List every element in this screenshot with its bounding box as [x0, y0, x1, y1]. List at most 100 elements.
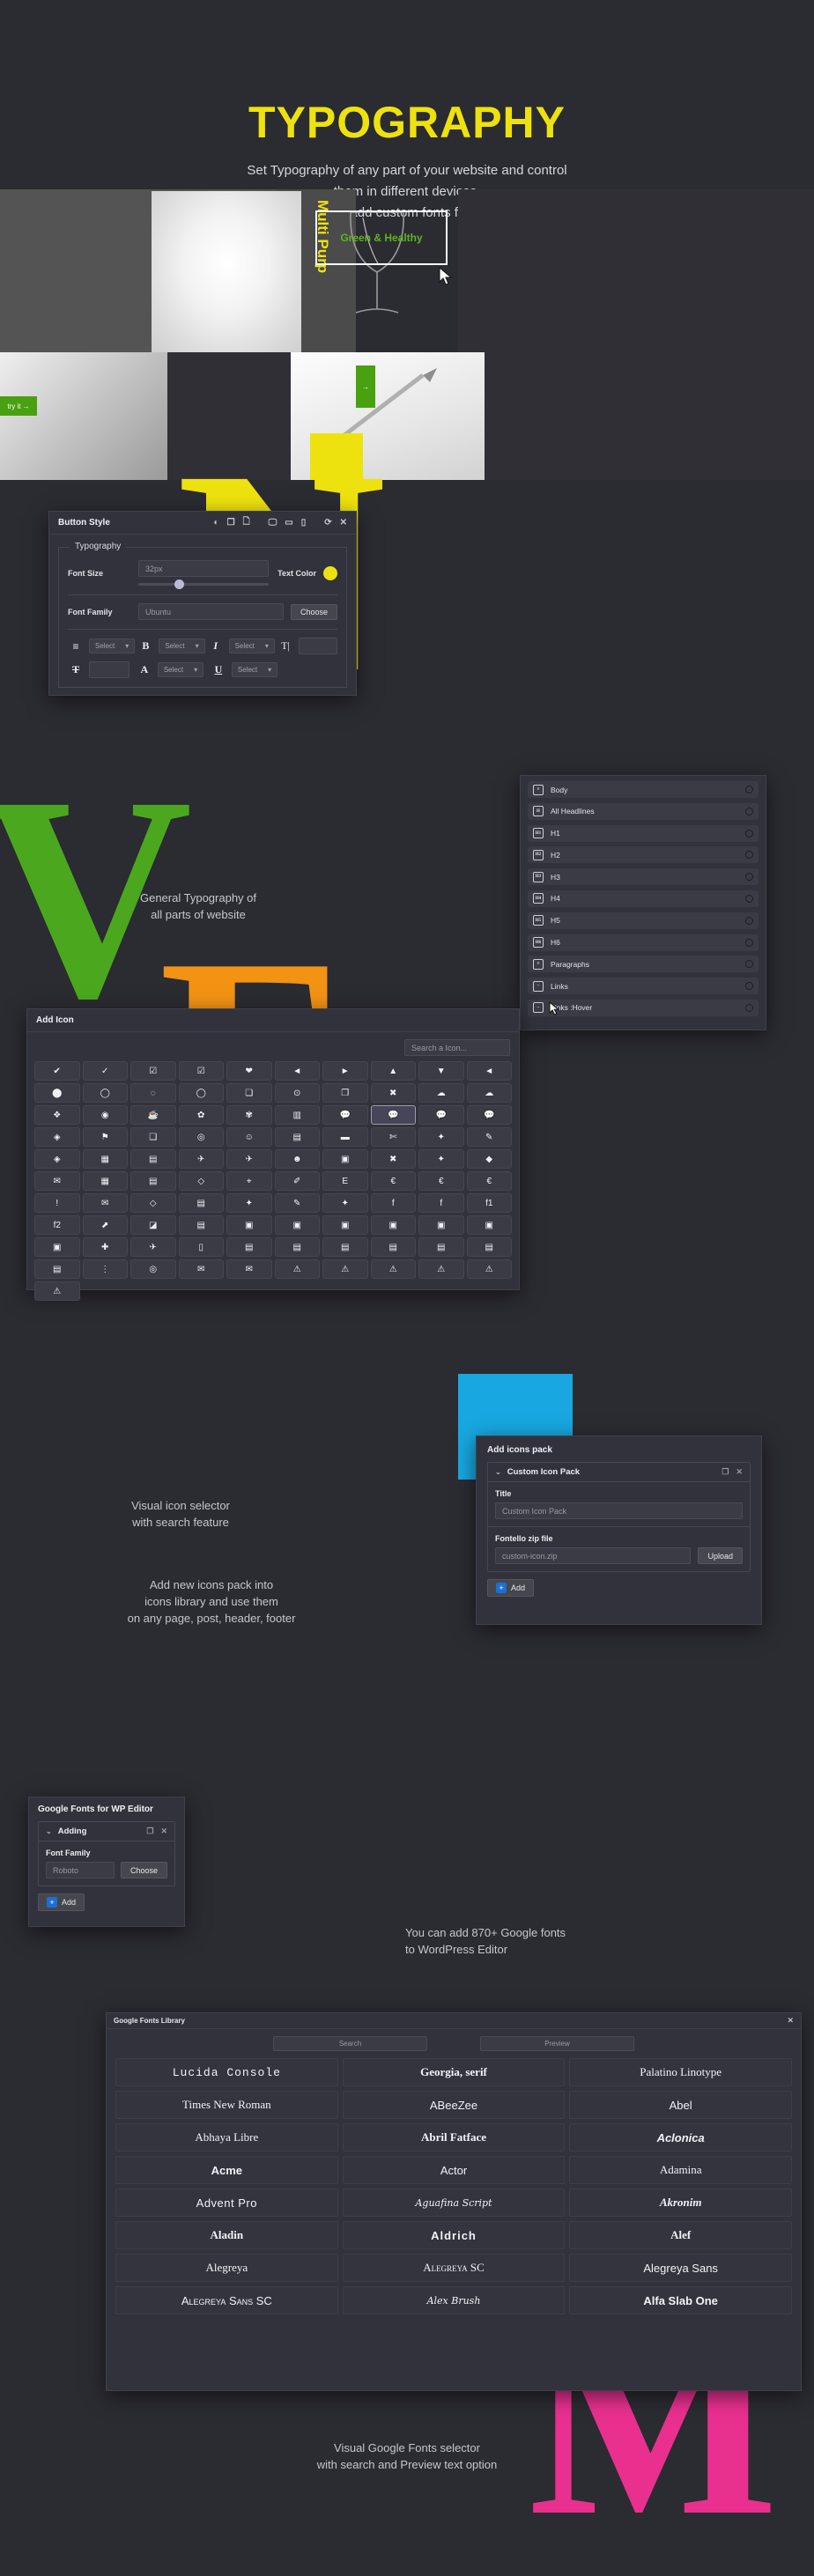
font-cell[interactable]: Alegreya SC — [342, 2254, 566, 2282]
icon-cell[interactable]: ▦ — [82, 1149, 128, 1169]
icon-cell[interactable]: ✿ — [178, 1105, 224, 1125]
icon-cell[interactable]: ▦ — [82, 1171, 128, 1191]
icon-cell[interactable]: ▣ — [34, 1237, 80, 1257]
icon-cell[interactable]: ▤ — [418, 1237, 464, 1257]
icon-cell[interactable]: ✦ — [226, 1193, 272, 1213]
chevron-down-icon[interactable]: ⌄ — [495, 1468, 501, 1476]
underline-select[interactable]: Select ▾ — [231, 662, 278, 677]
icon-cell[interactable]: 💬 — [418, 1105, 464, 1125]
font-cell[interactable]: Lucida Console — [115, 2058, 338, 2086]
font-cell[interactable]: ABeeZee — [342, 2091, 566, 2119]
icon-cell[interactable]: ⚠ — [322, 1259, 368, 1279]
contrast-icon[interactable]: ◐ — [214, 518, 219, 528]
icon-cell[interactable]: ▤ — [274, 1237, 320, 1257]
desktop-icon[interactable]: 🖵 — [269, 518, 278, 528]
bold-select[interactable]: Select ▾ — [159, 638, 205, 653]
window-tools[interactable]: ◐ ❐ 🗋 🖵 ▭ ▯ ⟳ ✕ — [214, 515, 347, 530]
add-icon-pack-button[interactable]: + Add — [487, 1579, 535, 1597]
heading-row-h1[interactable]: H1 H1 — [528, 824, 758, 842]
icon-cell[interactable]: ▣ — [322, 1149, 368, 1169]
chevron-down-icon[interactable]: ⌄ — [46, 1827, 52, 1835]
font-family-input[interactable]: Ubuntu — [138, 603, 284, 620]
refresh-icon[interactable]: ⟳ — [324, 518, 331, 528]
radio-toggle[interactable] — [745, 894, 753, 903]
letter-case-select[interactable]: Select ▾ — [157, 662, 204, 677]
icon-cell[interactable]: ◈ — [34, 1127, 80, 1147]
close-icon[interactable]: ✕ — [787, 2016, 794, 2026]
heading-row-h3[interactable]: H3 H3 — [528, 868, 758, 886]
icon-cell[interactable]: ☑ — [178, 1061, 224, 1081]
close-icon[interactable]: ✕ — [160, 1827, 167, 1836]
wp-choose-button[interactable]: Choose — [120, 1862, 167, 1878]
icon-cell[interactable]: ◄ — [274, 1061, 320, 1081]
icon-cell[interactable]: ✔ — [34, 1061, 80, 1081]
icon-cell[interactable]: 💬 — [370, 1105, 416, 1125]
headings-selector-panel[interactable]: ≡ Body H All Headlines H1 H1 H2 H2 H3 H3 H4 H4 H5 H5 H… — [520, 775, 766, 1030]
radio-toggle[interactable] — [745, 829, 753, 838]
heading-row-h2[interactable]: H2 H2 — [528, 846, 758, 864]
radio-toggle[interactable] — [745, 916, 753, 925]
icon-cell[interactable]: ❏ — [226, 1083, 272, 1103]
icon-cell[interactable]: ◉ — [82, 1105, 128, 1125]
heading-row-body[interactable]: ≡ Body — [528, 781, 758, 798]
italic-select[interactable]: Select ▾ — [228, 638, 275, 653]
font-cell[interactable]: Aclonica — [569, 2123, 792, 2152]
icon-cell[interactable]: ▣ — [418, 1215, 464, 1235]
icon-cell[interactable]: ✄ — [370, 1127, 416, 1147]
icon-cell[interactable]: ❑ — [130, 1127, 176, 1147]
icon-cell[interactable]: ✓ — [82, 1061, 128, 1081]
icon-cell[interactable]: ◆ — [466, 1149, 512, 1169]
icon-cell[interactable]: ◯ — [178, 1083, 224, 1103]
icon-cell[interactable]: ▼ — [418, 1061, 464, 1081]
radio-toggle[interactable] — [745, 851, 753, 860]
icon-cell[interactable]: ▤ — [178, 1215, 224, 1235]
custom-icon-pack-card[interactable]: ⌄ Custom Icon Pack ❐ ✕ Title Custom Icon… — [487, 1462, 751, 1572]
icon-cell[interactable]: ❤ — [226, 1061, 272, 1081]
icon-cell[interactable]: f1 — [466, 1193, 512, 1213]
fonts-preview-input[interactable]: Preview — [480, 2036, 634, 2051]
icon-cell[interactable]: ⚠ — [274, 1259, 320, 1279]
letter-case-icon[interactable]: A — [137, 663, 152, 676]
fonts-search-input[interactable]: Search — [273, 2036, 427, 2051]
icon-cell[interactable]: ▯ — [178, 1237, 224, 1257]
icon-cell[interactable]: ▤ — [370, 1237, 416, 1257]
icon-cell[interactable]: ⌖ — [226, 1171, 272, 1191]
icon-cell[interactable]: ► — [322, 1061, 368, 1081]
font-cell[interactable]: Times New Roman — [115, 2091, 338, 2119]
icon-cell[interactable]: € — [466, 1171, 512, 1191]
icon-cell[interactable]: ☺ — [226, 1127, 272, 1147]
line-height-input[interactable] — [298, 638, 337, 654]
font-cell[interactable]: Advent Pro — [115, 2188, 338, 2217]
icon-cell[interactable]: ⚠ — [466, 1259, 512, 1279]
google-fonts-wp-panel[interactable]: Google Fonts for WP Editor ⌄ Adding ❐ ✕ … — [28, 1797, 185, 1927]
icon-cell[interactable]: ✦ — [418, 1149, 464, 1169]
add-icon-panel[interactable]: Add Icon Search a Icon... ✔ ✓ ☑ ☑ ❤ ◄ ► ▲ ▼ ◄ ⬤ ◯ ◌ ◯… — [26, 1008, 520, 1301]
icon-cell[interactable]: ◌ — [130, 1083, 176, 1103]
font-size-input[interactable]: 32px — [138, 560, 269, 577]
custom-icon-pack-card-header[interactable]: ⌄ Custom Icon Pack ❐ ✕ — [488, 1463, 750, 1482]
icon-cell[interactable]: ☕ — [130, 1105, 176, 1125]
heading-row-h6[interactable]: H6 H6 — [528, 934, 758, 951]
icon-cell[interactable]: ▣ — [274, 1215, 320, 1235]
icon-cell[interactable]: ▣ — [322, 1215, 368, 1235]
align-select[interactable]: Select ▾ — [89, 638, 136, 653]
icon-cell[interactable]: ⋮ — [82, 1259, 128, 1279]
icon-cell[interactable]: ⚠ — [370, 1259, 416, 1279]
zip-file-input[interactable]: custom-icon.zip — [495, 1547, 692, 1564]
icon-cell[interactable]: ◇ — [178, 1171, 224, 1191]
icon-cell[interactable]: f — [370, 1193, 416, 1213]
icon-cell[interactable]: ⊙ — [274, 1083, 320, 1103]
icon-cell[interactable]: € — [370, 1171, 416, 1191]
icon-cell[interactable]: ! — [34, 1193, 80, 1213]
duplicate-icon[interactable]: ❐ — [722, 1467, 729, 1477]
tablet-icon[interactable]: ▭ — [285, 518, 292, 528]
icon-cell[interactable]: ✎ — [274, 1193, 320, 1213]
radio-toggle[interactable] — [745, 1003, 753, 1012]
font-size-slider[interactable] — [138, 579, 269, 589]
icon-cell[interactable]: f2 — [34, 1215, 80, 1235]
button-style-panel[interactable]: Button Style ◐ ❐ 🗋 🖵 ▭ ▯ ⟳ ✕ Typography … — [48, 511, 357, 696]
copy-icon[interactable]: ❐ — [227, 518, 235, 528]
icon-cell[interactable]: ☁ — [466, 1083, 512, 1103]
icon-cell[interactable]: ⚑ — [82, 1127, 128, 1147]
font-cell[interactable]: Aladin — [115, 2221, 338, 2249]
